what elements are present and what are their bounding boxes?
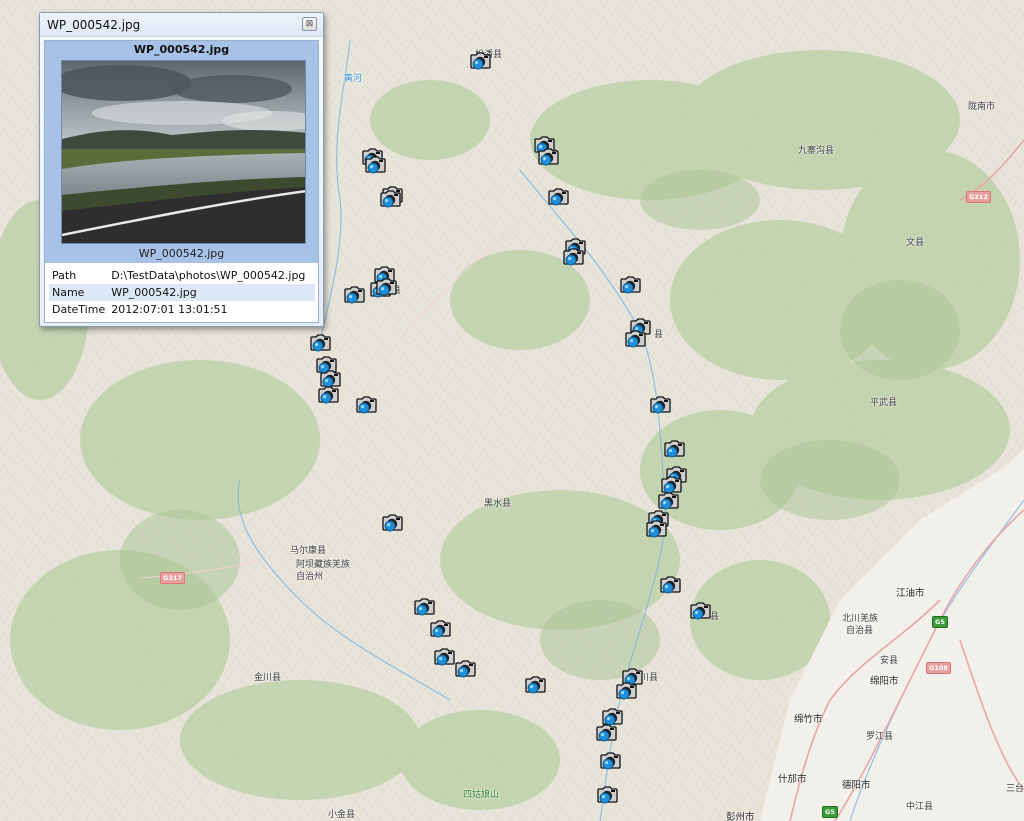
camera-icon[interactable] [659, 576, 681, 596]
attribute-key: Path [52, 269, 77, 282]
photo-caption: WP_000542.jpg [138, 247, 225, 260]
place-label-siguniangshan: 四姑娘山 [463, 790, 500, 800]
road-shield-g5: G5 [932, 616, 948, 628]
place-label-jiangyou: 江油市 [896, 588, 925, 599]
place-label-fragment-3: 县 [710, 612, 720, 622]
place-label-aba-1: 阿坝藏族羌族 [296, 560, 351, 570]
camera-icon[interactable] [645, 520, 667, 540]
place-label-mianyang: 绵阳市 [870, 676, 899, 687]
close-icon[interactable]: ⊠ [302, 17, 317, 31]
camera-icon[interactable] [619, 276, 641, 296]
photo-image [62, 61, 305, 243]
camera-icon[interactable] [343, 286, 365, 306]
place-label-heishui: 黑水县 [484, 499, 512, 509]
popup-body: WP_000542.jpg WP_000542.jpg Path D:\Test… [44, 40, 319, 323]
attribute-value: D:\TestData\photos\WP_000542.jpg [111, 269, 306, 282]
camera-icon[interactable] [595, 724, 617, 744]
place-label-beichuan-1: 北川羌族 [842, 614, 879, 624]
place-label-deyang: 德阳市 [842, 780, 871, 791]
camera-icon[interactable] [433, 648, 455, 668]
place-label-anxian: 安县 [880, 656, 899, 666]
camera-icon[interactable] [454, 660, 476, 680]
road-shield-g317: G317 [160, 572, 185, 584]
attribute-key: Name [49, 284, 109, 301]
camera-icon[interactable] [355, 396, 377, 416]
camera-icon[interactable] [663, 440, 685, 460]
camera-icon[interactable] [599, 752, 621, 772]
camera-icon[interactable] [649, 396, 671, 416]
attribute-value: WP_000542.jpg [108, 284, 315, 301]
place-label-luojiang: 罗江县 [866, 732, 894, 742]
camera-icon[interactable] [547, 188, 569, 208]
place-label-fragment-1: 县 [654, 330, 664, 340]
camera-icon[interactable] [562, 248, 584, 268]
popup-title: WP_000542.jpg [47, 18, 141, 32]
camera-icon[interactable] [429, 620, 451, 640]
camera-icon[interactable] [317, 386, 339, 406]
place-label-longnan: 陇南市 [968, 102, 996, 112]
camera-icon[interactable] [379, 190, 401, 210]
place-label-shifang: 什邡市 [778, 774, 807, 785]
attribute-key: DateTime [52, 303, 106, 316]
place-label-maerkang: 马尔康县 [290, 546, 327, 556]
photo-attributes-table: Path D:\TestData\photos\WP_000542.jpg Na… [49, 267, 315, 318]
place-label-huanghe: 黄河 [344, 74, 363, 84]
photo-panel: WP_000542.jpg WP_000542.jpg [45, 41, 318, 263]
place-label-beichuan-2: 自治县 [846, 626, 874, 636]
place-label-zhongjiang: 中江县 [906, 802, 934, 812]
attribute-row-path: Path D:\TestData\photos\WP_000542.jpg [49, 267, 315, 284]
place-label-santai: 三台 [1006, 784, 1024, 794]
road-shield-g212: G212 [966, 191, 991, 203]
camera-icon[interactable] [596, 786, 618, 806]
camera-icon[interactable] [689, 602, 711, 622]
place-label-xiaojin: 小金县 [328, 810, 356, 820]
place-label-aba-2: 自治州 [296, 572, 324, 582]
road-shield-g5-south: G5 [822, 806, 838, 818]
camera-icon[interactable] [309, 334, 331, 354]
attribute-row-name: Name WP_000542.jpg [49, 284, 315, 301]
photo-title: WP_000542.jpg [133, 43, 230, 56]
photo-thumbnail[interactable] [61, 60, 306, 244]
place-label-jinchuan: 金川县 [254, 673, 282, 683]
camera-icon[interactable] [624, 330, 646, 350]
place-label-pengzhou: 彭州市 [726, 812, 755, 821]
place-label-jiuzhaigou: 九寨沟县 [798, 146, 835, 156]
camera-icon[interactable] [524, 676, 546, 696]
place-label-mianzhu: 绵竹市 [794, 714, 823, 725]
camera-icon[interactable] [537, 148, 559, 168]
camera-icon[interactable] [469, 52, 491, 72]
attribute-value: 2012:07:01 13:01:51 [111, 303, 228, 316]
attribute-row-datetime: DateTime 2012:07:01 13:01:51 [49, 301, 315, 318]
place-label-wenxian: 文县 [906, 238, 925, 248]
camera-icon[interactable] [375, 278, 397, 298]
camera-icon[interactable] [381, 514, 403, 534]
camera-icon[interactable] [413, 598, 435, 618]
photo-info-popup[interactable]: WP_000542.jpg ⊠ WP_000542.jpg WP_000542.… [39, 12, 324, 327]
popup-titlebar[interactable]: WP_000542.jpg ⊠ [40, 13, 323, 37]
camera-icon[interactable] [364, 156, 386, 176]
camera-icon[interactable] [615, 682, 637, 702]
place-label-pingwu: 平武县 [870, 398, 898, 408]
road-shield-g108: G108 [926, 662, 951, 674]
camera-icon[interactable] [657, 492, 679, 512]
